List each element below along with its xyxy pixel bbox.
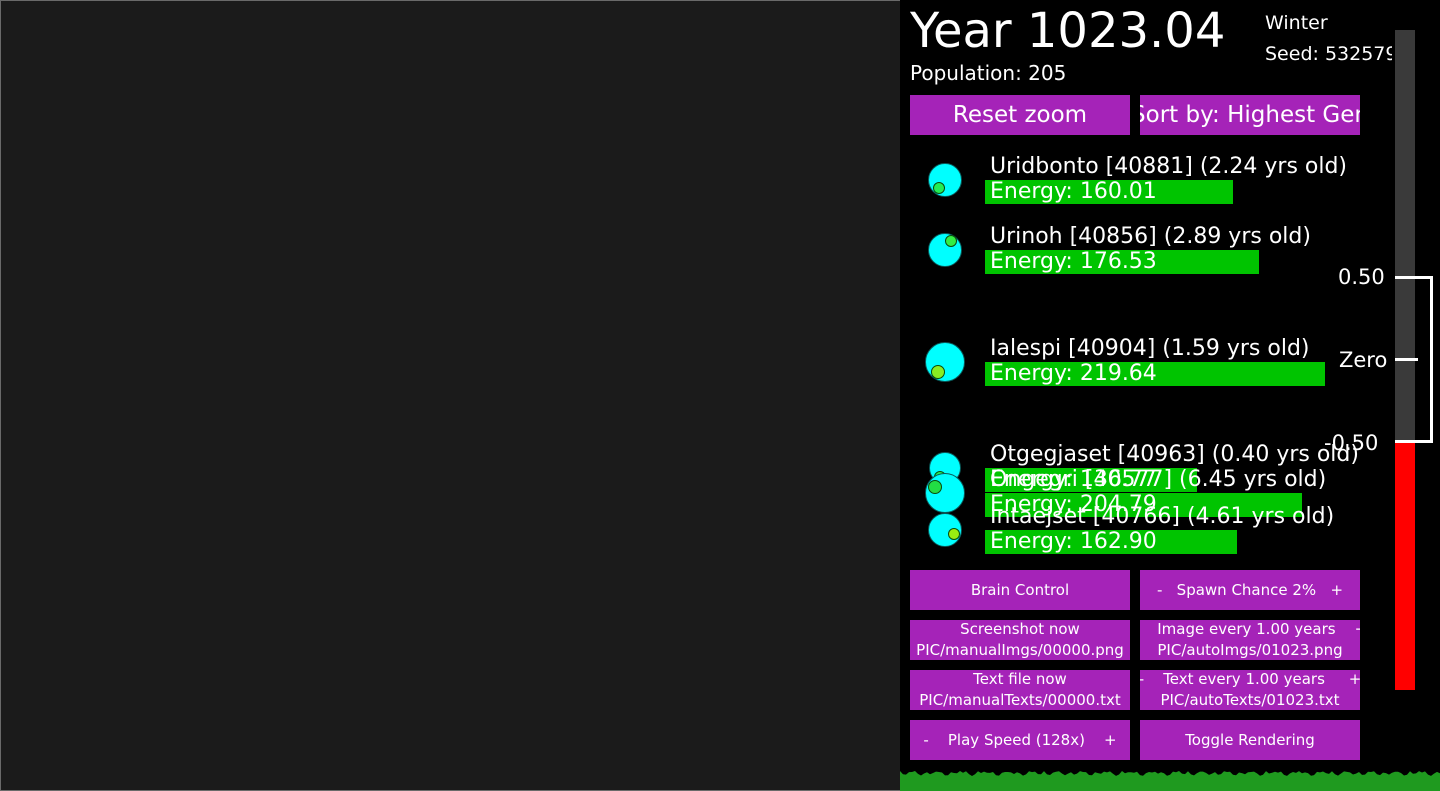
simulation-viewport[interactable] xyxy=(0,0,901,791)
text-file-path: PIC/manualTexts/00000.txt xyxy=(919,691,1121,709)
toggle-rendering-button[interactable]: Toggle Rendering xyxy=(1140,720,1360,760)
creature-eye-icon xyxy=(933,182,945,194)
screenshot-now-label: Screenshot now xyxy=(960,620,1080,638)
seed-label: Seed: 532579 xyxy=(1265,43,1392,65)
creature-energy: Energy: 162.90 xyxy=(990,529,1157,554)
meter-fill xyxy=(1395,442,1415,690)
creature-name: Urinoh [40856] (2.89 yrs old) xyxy=(990,224,1311,249)
creature-eye-icon xyxy=(928,480,942,494)
meter-tick-mid xyxy=(1395,358,1418,361)
meter-label-top: 0.50 xyxy=(1338,265,1385,289)
meter-tick-bottom xyxy=(1395,440,1433,443)
meter-label-mid: Zero xyxy=(1339,348,1388,372)
reset-zoom-button[interactable]: Reset zoom xyxy=(910,95,1130,135)
creature-eye-icon xyxy=(945,235,957,247)
creature-eye-icon xyxy=(931,365,945,379)
image-interval-path: PIC/autoImgs/01023.png xyxy=(1157,641,1343,659)
creature-name: Ongegri [40577] (6.45 yrs old) xyxy=(990,467,1327,492)
creature-energy: Energy: 219.64 xyxy=(990,361,1157,386)
creature-name: Uridbonto [40881] (2.24 yrs old) xyxy=(990,154,1348,179)
creature-name: Intaejset [40766] (4.61 yrs old) xyxy=(990,504,1335,529)
meter-bracket xyxy=(1430,276,1433,443)
brain-control-button[interactable]: Brain Control xyxy=(910,570,1130,610)
play-speed-stepper[interactable]: - Play Speed (128x) + xyxy=(910,720,1130,760)
spawn-chance-stepper[interactable]: - Spawn Chance 2% + xyxy=(1140,570,1360,610)
image-interval-stepper[interactable]: - Image every 1.00 years + PIC/autoImgs/… xyxy=(1140,620,1360,660)
info-panel: Year 1023.04 Population: 205 Winter Seed… xyxy=(900,0,1440,791)
meter-label-bottom: -0.50 xyxy=(1324,431,1379,455)
grass-strip xyxy=(900,771,1440,791)
creature-energy: Energy: 160.01 xyxy=(990,179,1157,204)
creature-avatar xyxy=(925,342,965,382)
screenshot-path: PIC/manualImgs/00000.png xyxy=(916,641,1124,659)
sort-by-button[interactable]: Sort by: Highest Gen xyxy=(1140,95,1360,135)
text-interval-path: PIC/autoTexts/01023.txt xyxy=(1160,691,1340,709)
creature-name: Ialespi [40904] (1.59 yrs old) xyxy=(990,336,1310,361)
text-file-now-button[interactable]: Text file now PIC/manualTexts/00000.txt xyxy=(910,670,1130,710)
season-label: Winter xyxy=(1265,12,1328,34)
creature-avatar xyxy=(928,163,962,197)
text-interval-stepper[interactable]: - Text every 1.00 years + PIC/autoTexts/… xyxy=(1140,670,1360,710)
creature-name: Otgegjaset [40963] (0.40 yrs old) xyxy=(990,442,1359,467)
creature-eye-icon xyxy=(948,528,960,540)
screenshot-now-button[interactable]: Screenshot now PIC/manualImgs/00000.png xyxy=(910,620,1130,660)
year-display: Year 1023.04 xyxy=(910,3,1226,59)
creature-energy: Energy: 176.53 xyxy=(990,249,1157,274)
text-interval-label: - Text every 1.00 years + xyxy=(1140,670,1360,688)
text-file-now-label: Text file now xyxy=(973,670,1067,688)
meter-tick-top xyxy=(1395,276,1433,279)
image-interval-label: - Image every 1.00 years + xyxy=(1140,620,1360,638)
population-count: Population: 205 xyxy=(910,61,1067,85)
